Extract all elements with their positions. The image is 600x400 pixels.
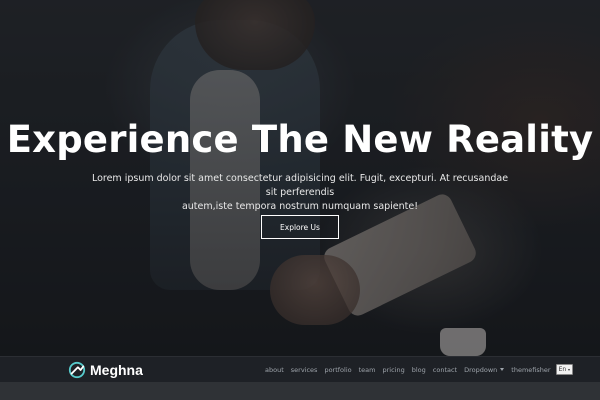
nav-item-pricing[interactable]: pricing	[383, 366, 405, 374]
hero-content: Experience The New Reality Lorem ipsum d…	[0, 0, 600, 356]
nav-item-services[interactable]: services	[291, 366, 318, 374]
logo-text: Meghna	[90, 362, 143, 378]
nav-dropdown[interactable]: Dropdown	[464, 365, 505, 374]
nav-item-themefisher[interactable]: themefisher	[511, 366, 550, 374]
nav-item-contact[interactable]: contact	[433, 366, 457, 374]
hero-title: Experience The New Reality	[6, 118, 594, 161]
language-select-value: En	[558, 366, 567, 373]
nav-menu: about services portfolio team pricing bl…	[265, 364, 574, 375]
nav-item-team[interactable]: team	[359, 366, 376, 374]
nav-dropdown-label: Dropdown	[464, 365, 498, 374]
nav-item-blog[interactable]: blog	[412, 366, 426, 374]
hero-description-line-1: Lorem ipsum dolor sit amet consectetur a…	[91, 173, 509, 198]
chevron-down-icon	[500, 368, 505, 371]
language-select[interactable]: En	[555, 364, 574, 375]
nav-item-portfolio[interactable]: portfolio	[324, 366, 351, 374]
next-section-strip	[0, 382, 600, 400]
hero-description: Lorem ipsum dolor sit amet consectetur a…	[90, 172, 510, 214]
navbar: Meghna about services portfolio team pri…	[0, 356, 600, 382]
hero-section: Experience The New Reality Lorem ipsum d…	[0, 0, 600, 356]
logo[interactable]: Meghna	[68, 360, 143, 380]
language-chevron-down-icon	[568, 368, 571, 371]
explore-us-button[interactable]: Explore Us	[261, 215, 339, 239]
nav-item-about[interactable]: about	[265, 366, 284, 374]
hero-description-line-2: autem,iste tempora nostrum numquam sapie…	[181, 201, 419, 212]
meghna-logo-icon	[68, 361, 86, 379]
